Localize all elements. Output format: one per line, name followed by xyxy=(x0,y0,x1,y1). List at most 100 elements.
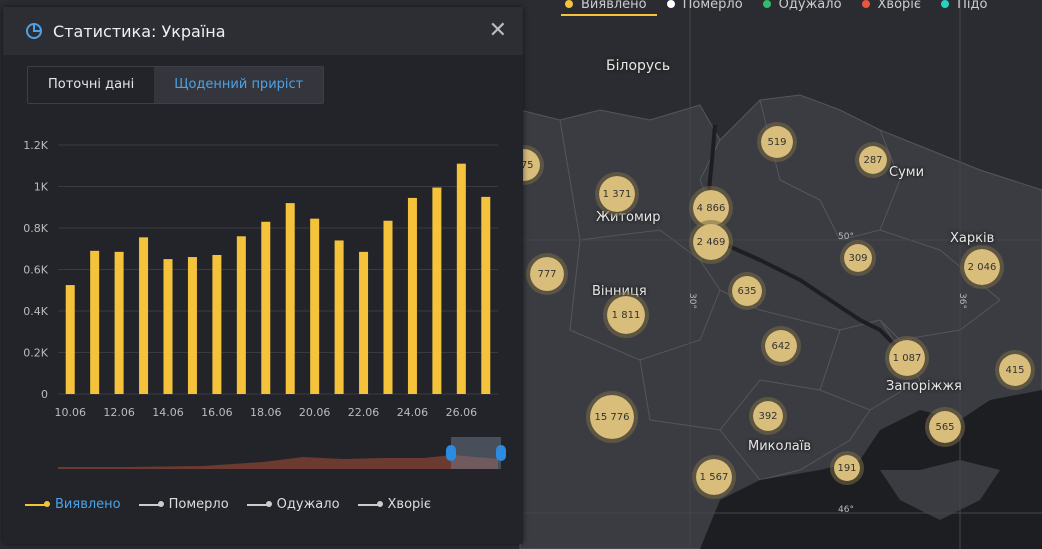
city-label: Миколаїв xyxy=(748,439,812,454)
legend-dot xyxy=(666,0,675,8)
panel-title: Статистика: Україна xyxy=(53,21,226,41)
bar-11.06 xyxy=(90,250,100,394)
cluster-marker[interactable]: 415 xyxy=(995,350,1035,390)
legend-dot xyxy=(861,0,870,8)
legend-line xyxy=(246,500,272,507)
legend-item-recovered[interactable]: Одужало xyxy=(762,0,842,12)
legend-item-detected[interactable]: Виявлено xyxy=(561,0,657,16)
bar-19.06 xyxy=(285,203,295,394)
tab-bar: Поточні дані Щоденний приріст xyxy=(27,66,325,104)
legend-label: Виявлено xyxy=(581,0,647,12)
range-brush xyxy=(58,437,506,469)
cluster-marker[interactable]: 642 xyxy=(761,326,801,366)
legend-line xyxy=(357,500,383,507)
x-tick-label: 26.06 xyxy=(446,406,478,419)
y-tick-label: 0.8K xyxy=(23,222,48,235)
cluster-marker[interactable]: 15 776 xyxy=(586,391,638,443)
cluster-marker[interactable]: 287 xyxy=(855,142,891,178)
y-tick-label: 1.2K xyxy=(23,139,48,152)
legend-label: Одужало xyxy=(276,497,340,512)
close-icon[interactable]: ✕ xyxy=(489,20,507,42)
bar-27.06 xyxy=(481,196,491,394)
legend-item-suspected[interactable]: Підо xyxy=(941,0,987,12)
legend-label: Підо xyxy=(957,0,988,12)
cluster-marker[interactable]: 1 811 xyxy=(603,292,649,338)
legend-line xyxy=(138,500,164,507)
legend-label: Хворіє xyxy=(877,0,922,12)
bar-25.06 xyxy=(432,187,442,394)
legend-item-detected[interactable]: Виявлено xyxy=(25,497,121,512)
city-label: Харків xyxy=(950,231,995,246)
bar-15.06 xyxy=(187,257,197,394)
cluster-marker[interactable]: 635 xyxy=(728,272,766,310)
cluster-marker[interactable]: 1 371 xyxy=(595,172,639,216)
legend-item-recovered[interactable]: Одужало xyxy=(246,497,340,512)
legend-label: Померло xyxy=(682,0,743,12)
cluster-marker[interactable]: 1 087 xyxy=(885,336,929,380)
y-tick-label: 0 xyxy=(41,388,48,401)
x-tick-label: 10.06 xyxy=(54,406,86,419)
bar-23.06 xyxy=(383,220,393,394)
bar-26.06 xyxy=(456,163,466,394)
x-tick-label: 24.06 xyxy=(397,406,429,419)
y-tick-label: 0.2K xyxy=(23,347,48,360)
y-tick-label: 0.4K xyxy=(23,305,48,318)
bar-12.06 xyxy=(114,251,124,394)
city-label: Суми xyxy=(889,165,925,180)
x-tick-label: 20.06 xyxy=(299,406,331,419)
tab-daily-growth[interactable]: Щоденний приріст xyxy=(154,67,324,103)
grid-label: 36° xyxy=(956,293,967,309)
legend-item-deaths[interactable]: Померло xyxy=(138,497,229,512)
bar-22.06 xyxy=(359,251,369,394)
pie-chart-icon xyxy=(26,23,42,39)
tab-current-data[interactable]: Поточні дані xyxy=(28,67,155,103)
y-tick-label: 1K xyxy=(34,181,49,194)
cluster-marker[interactable]: 2 046 xyxy=(960,245,1004,289)
legend-item-sick[interactable]: Хворіє xyxy=(861,0,922,12)
cluster-marker[interactable]: 309 xyxy=(840,240,876,276)
cluster-marker[interactable]: 392 xyxy=(749,397,787,435)
grid-label: 30° xyxy=(686,293,697,309)
cluster-marker[interactable]: 2 469 xyxy=(689,220,733,264)
x-tick-label: 22.06 xyxy=(348,406,380,419)
x-tick-label: 16.06 xyxy=(201,406,233,419)
legend-dot xyxy=(941,0,950,8)
legend-label: Хворіє xyxy=(387,497,432,512)
x-tick-label: 18.06 xyxy=(250,406,282,419)
stats-panel: Статистика: Україна ✕ Поточні дані Щоден… xyxy=(3,7,523,544)
legend-label: Померло xyxy=(168,497,229,512)
bar-17.06 xyxy=(236,236,246,394)
y-tick-label: 0.6K xyxy=(23,264,48,277)
brush-handle-right xyxy=(496,445,506,461)
legend-item-deaths[interactable]: Померло xyxy=(666,0,743,12)
cluster-marker[interactable]: 777 xyxy=(526,253,568,295)
country-label: Білорусь xyxy=(606,58,671,74)
panel-header: Статистика: Україна ✕ xyxy=(3,7,523,55)
brush-handle-left xyxy=(446,445,456,461)
bar-10.06 xyxy=(65,285,75,394)
bar-24.06 xyxy=(407,197,417,394)
cluster-marker[interactable]: 519 xyxy=(757,122,797,162)
legend-label: Виявлено xyxy=(55,497,121,512)
daily-growth-chart: 0 0.2K 0.4K 0.6K 0.8K 1K 1.2K 10.06 12.06 14.06 1… xyxy=(23,139,506,469)
legend-dot xyxy=(565,0,573,8)
legend-line xyxy=(25,500,50,507)
grid-label: 46° xyxy=(838,505,854,515)
x-tick-label: 12.06 xyxy=(103,406,135,419)
bar-20.06 xyxy=(310,218,320,394)
x-tick-label: 14.06 xyxy=(152,406,184,419)
bar-21.06 xyxy=(334,240,344,394)
cluster-marker[interactable]: 565 xyxy=(925,407,965,447)
cluster-marker[interactable]: 1 567 xyxy=(692,455,736,499)
map-legend: Виявлено Померло Одужало Хворіє Підо xyxy=(561,0,987,16)
bar-14.06 xyxy=(163,259,173,394)
bar-18.06 xyxy=(261,221,271,394)
legend-dot xyxy=(762,0,771,8)
bar-16.06 xyxy=(212,254,222,394)
brush-selection xyxy=(451,437,501,469)
legend-item-sick[interactable]: Хворіє xyxy=(357,497,432,512)
bar-13.06 xyxy=(139,237,149,394)
chart-legend: Виявлено Померло Одужало Хворіє xyxy=(25,497,431,512)
cluster-marker[interactable]: 191 xyxy=(830,451,864,485)
legend-label: Одужало xyxy=(778,0,842,12)
